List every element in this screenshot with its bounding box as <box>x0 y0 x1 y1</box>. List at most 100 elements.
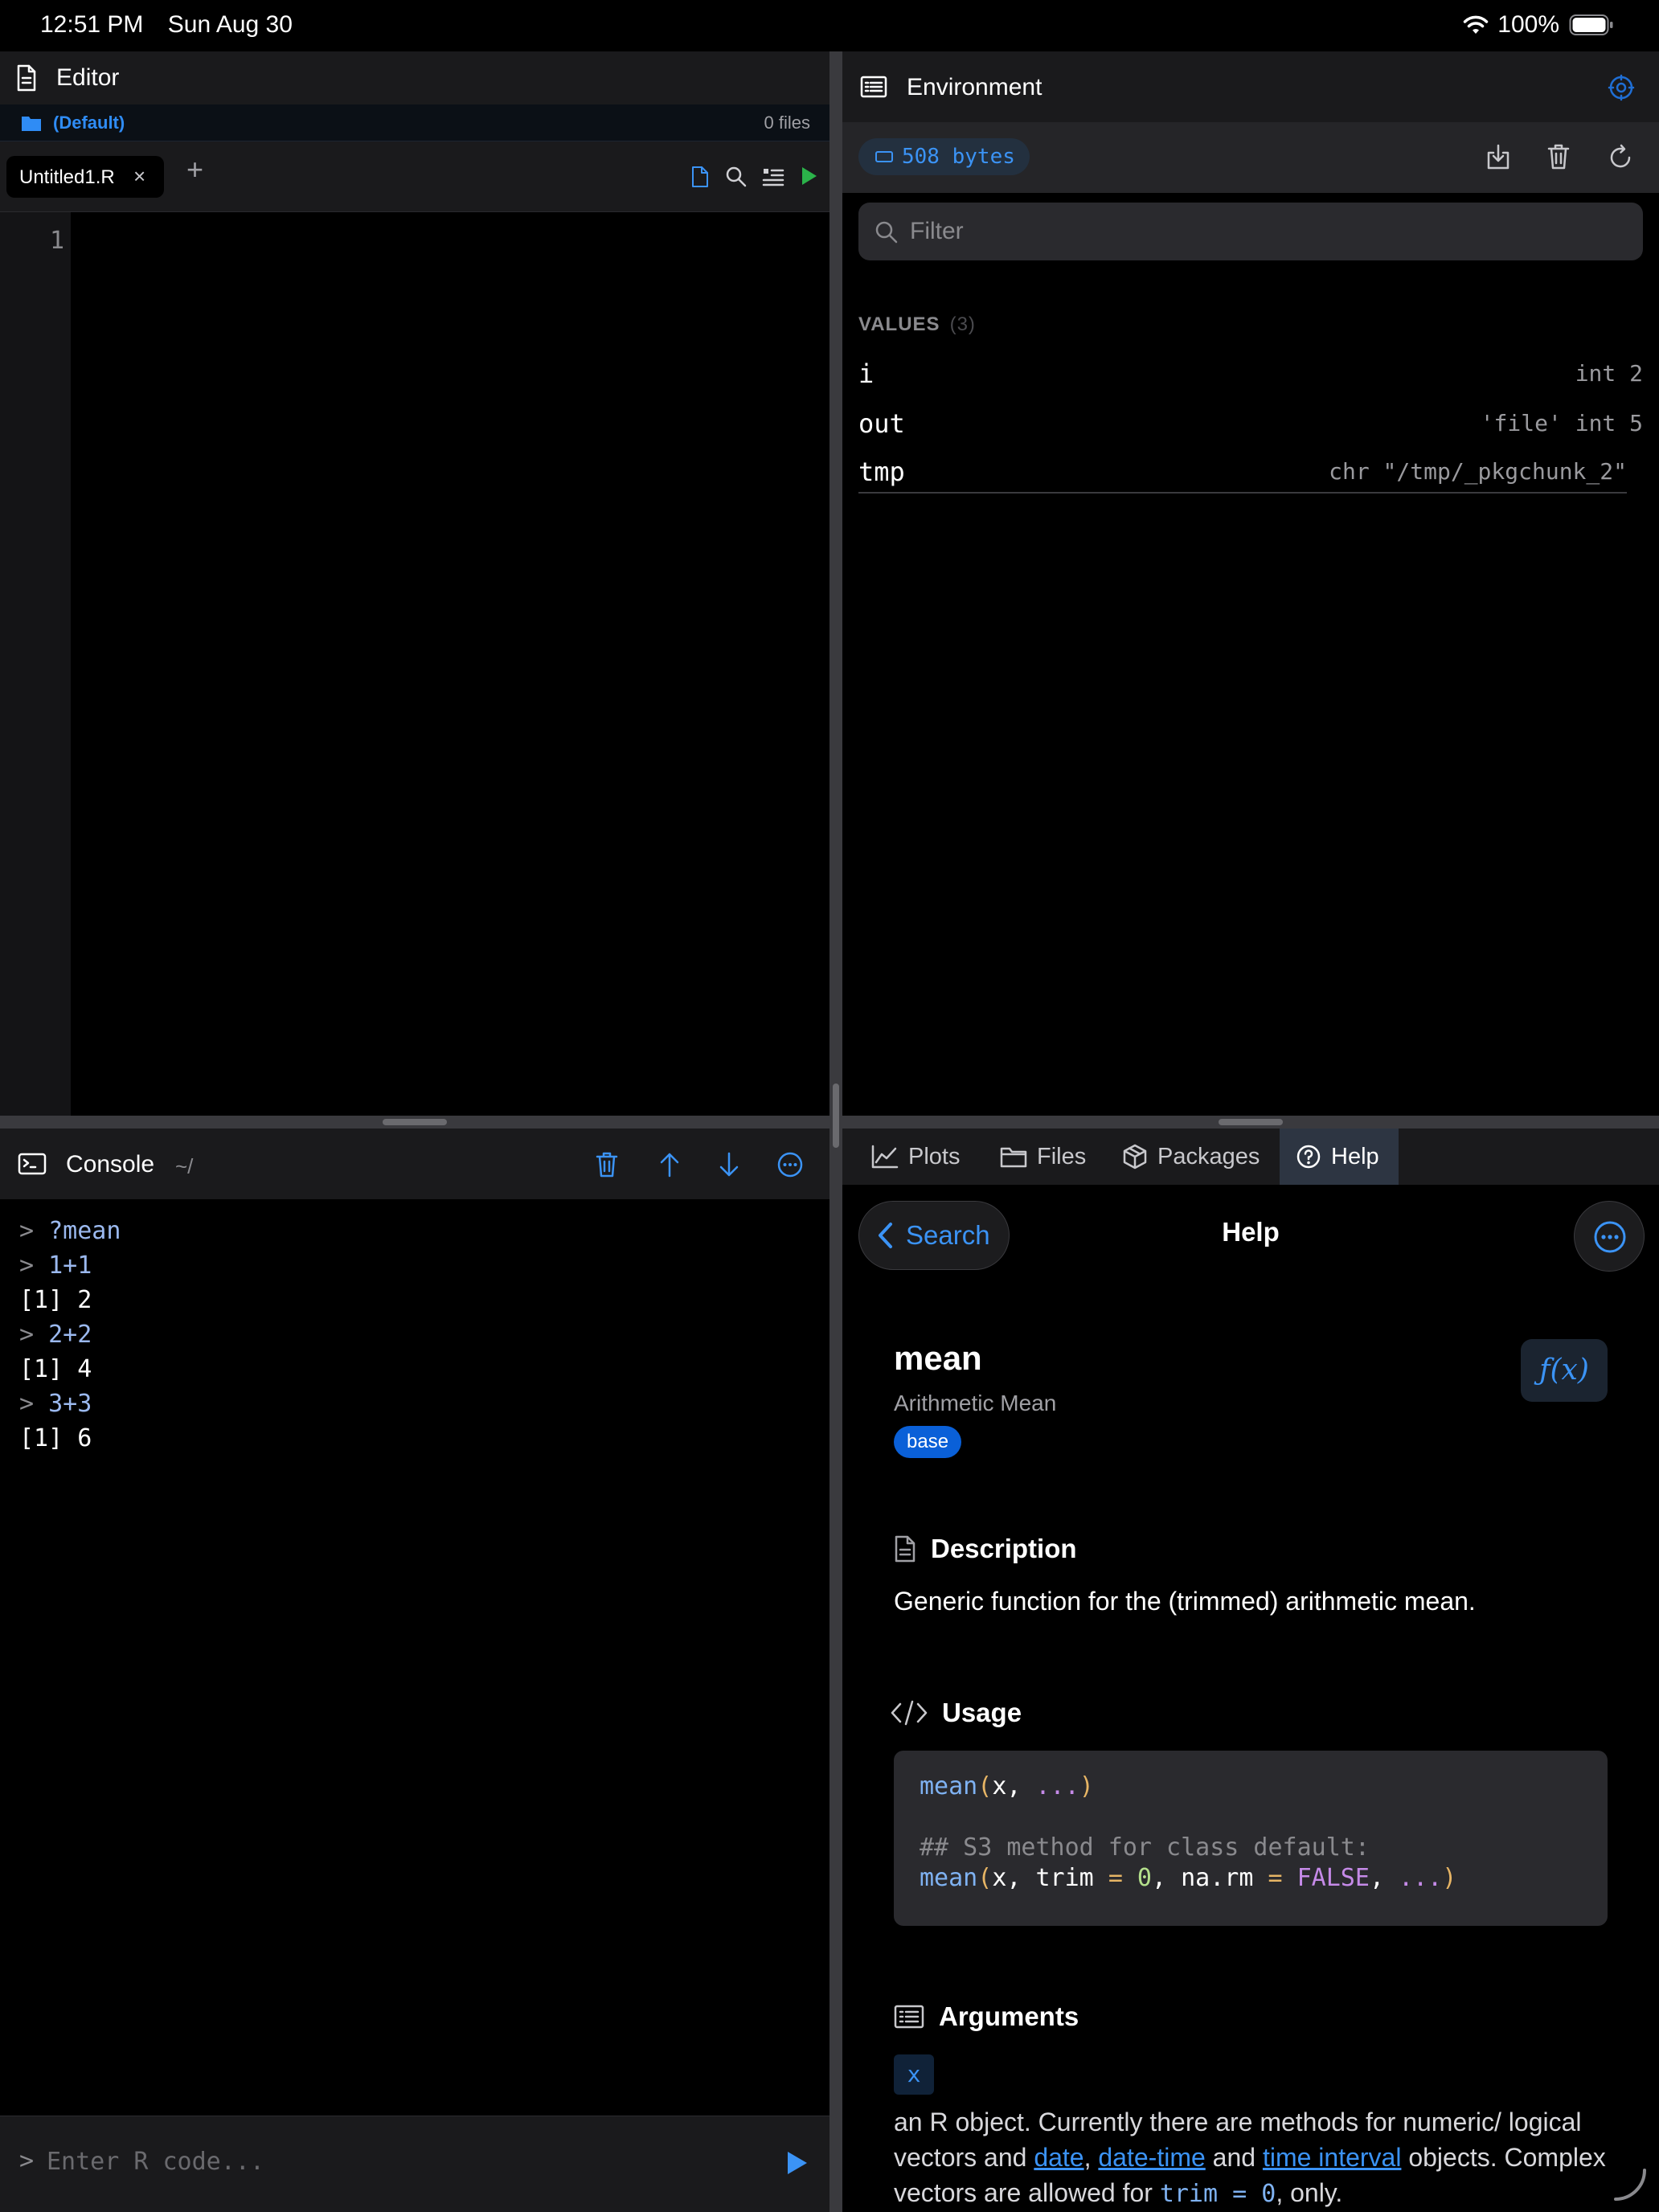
package-badge[interactable]: base <box>894 1426 962 1458</box>
tab-label: Untitled1.R <box>19 166 115 188</box>
search-back-button[interactable]: Search <box>858 1201 1010 1270</box>
arguments-heading: Arguments <box>894 1998 1079 2035</box>
environment-title: Environment <box>907 74 1043 100</box>
env-value-row[interactable]: i int 2 <box>858 349 1643 399</box>
status-time: 12:51 PM <box>40 11 144 38</box>
terminal-icon <box>18 1153 47 1175</box>
editor-tab-bar: Untitled1.R × + <box>0 141 830 212</box>
console-input-bar: > <box>0 2116 830 2212</box>
tab-untitled1[interactable]: Untitled1.R × <box>6 156 164 198</box>
env-value-row[interactable]: tmp chr "/tmp/_pkgchunk_2" <box>858 447 1643 497</box>
environment-body: VALUES(3) i int 2 out 'file' int 5 tmp c… <box>842 193 1659 1116</box>
folder-icon <box>1000 1145 1037 1168</box>
console-output: > ?mean > 1+1 [1] 2 > 2+2 [1] 4 > 3+3 [1… <box>0 1199 830 2116</box>
var-name: out <box>858 408 905 439</box>
usage-comment: ## S3 method for class default: <box>920 1833 1370 1862</box>
usage-line: mean(x, trim = 0, na.rm = FALSE, ...) <box>920 1864 1457 1892</box>
console-line: [1] 2 <box>19 1286 92 1314</box>
search-icon[interactable] <box>725 166 748 188</box>
tab-help[interactable]: Help <box>1280 1129 1399 1185</box>
new-file-icon[interactable] <box>691 166 709 188</box>
project-bar[interactable]: (Default) 0 files <box>0 104 830 141</box>
input-prompt: > <box>19 2147 35 2175</box>
line-number: 1 <box>49 227 64 255</box>
console-title: Console <box>66 1151 155 1178</box>
console-line: > ?mean <box>19 1217 121 1245</box>
console-input[interactable] <box>47 2140 738 2182</box>
resize-handle-icon[interactable] <box>1612 2167 1648 2202</box>
divider <box>858 492 1627 494</box>
argument-description: an R object. Currently there are methods… <box>894 2108 1606 2208</box>
environment-toolbar: 508 bytes <box>842 122 1659 193</box>
settings-icon[interactable] <box>1608 74 1635 101</box>
memory-badge: 508 bytes <box>858 138 1030 175</box>
usage-code-block: mean(x, ...) ## S3 method for class defa… <box>894 1751 1608 1926</box>
description-text: Generic function for the (trimmed) arith… <box>894 1587 1476 1616</box>
help-more-button[interactable] <box>1574 1201 1645 1272</box>
link-date[interactable]: date <box>1034 2143 1083 2172</box>
arrow-down-icon[interactable] <box>717 1151 741 1178</box>
document-icon <box>16 64 37 92</box>
status-bar: 12:51 PM Sun Aug 30 100% <box>0 0 1659 51</box>
line-gutter: 1 <box>0 212 71 1116</box>
tab-files[interactable]: Files <box>1000 1129 1086 1185</box>
import-icon[interactable] <box>1485 143 1511 170</box>
package-icon <box>1122 1144 1157 1169</box>
search-icon <box>875 220 899 244</box>
function-name: mean <box>894 1339 982 1377</box>
var-value: chr "/tmp/_pkgchunk_2" <box>1329 458 1627 485</box>
code-icon <box>891 1699 942 1727</box>
link-date-time[interactable]: date-time <box>1098 2143 1205 2172</box>
list-icon <box>860 76 887 98</box>
filter-box[interactable] <box>858 203 1643 260</box>
console-line: > 1+1 <box>19 1251 92 1280</box>
plus-icon[interactable]: + <box>186 153 203 186</box>
console-line: > 3+3 <box>19 1390 92 1418</box>
tab-plots[interactable]: Plots <box>871 1129 960 1185</box>
trash-icon[interactable] <box>595 1151 619 1178</box>
tab-packages[interactable]: Packages <box>1122 1129 1260 1185</box>
arrow-up-icon[interactable] <box>657 1151 682 1178</box>
list-icon <box>894 2005 939 2029</box>
function-title: Arithmetic Mean <box>894 1391 1057 1415</box>
question-circle-icon <box>1296 1144 1331 1169</box>
memory-icon <box>875 150 894 164</box>
project-name[interactable]: (Default) <box>53 113 125 133</box>
editor-console-splitter[interactable] <box>0 1116 830 1129</box>
inline-code: trim = 0 <box>1159 2180 1276 2208</box>
env-panel-splitter[interactable] <box>842 1116 1659 1129</box>
column-splitter[interactable] <box>830 51 842 2212</box>
var-value: 'file' int 5 <box>1480 410 1643 436</box>
close-icon[interactable]: × <box>133 164 145 189</box>
console-line: [1] 4 <box>19 1355 92 1383</box>
file-count: 0 files <box>764 113 810 133</box>
var-name: i <box>858 358 875 389</box>
send-icon[interactable] <box>786 2150 809 2176</box>
help-nav-bar: Help Search <box>842 1185 1659 1289</box>
status-date: Sun Aug 30 <box>167 11 293 38</box>
refresh-icon[interactable] <box>1608 143 1633 170</box>
editor-title: Editor <box>56 64 120 91</box>
var-value: int 2 <box>1575 360 1643 387</box>
run-icon[interactable] <box>801 166 818 186</box>
argument-name: x <box>894 2054 934 2095</box>
chevron-left-icon <box>877 1222 893 1249</box>
wifi-icon <box>1462 14 1489 35</box>
console-header: Console ~/ <box>0 1129 830 1199</box>
trash-icon[interactable] <box>1546 143 1571 170</box>
link-time-interval[interactable]: time interval <box>1263 2143 1402 2172</box>
function-button[interactable]: ƒ(x) <box>1521 1339 1608 1402</box>
usage-heading: Usage <box>891 1694 1022 1731</box>
console-line: [1] 6 <box>19 1424 92 1452</box>
outline-icon[interactable] <box>762 166 784 188</box>
var-name: tmp <box>858 457 905 487</box>
code-editor[interactable]: 1 <box>0 212 830 1116</box>
filter-input[interactable] <box>910 212 1617 251</box>
battery-percent: 100% <box>1497 11 1559 38</box>
more-icon[interactable] <box>776 1151 804 1178</box>
usage-line: mean(x, ...) <box>920 1772 1094 1800</box>
env-value-row[interactable]: out 'file' int 5 <box>858 399 1643 449</box>
editor-header: Editor <box>0 51 830 104</box>
chart-line-icon <box>871 1145 908 1169</box>
document-icon <box>894 1535 931 1563</box>
